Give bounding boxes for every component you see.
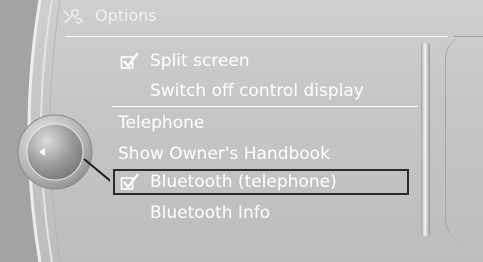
scrollbar[interactable] [421,42,430,237]
right-bezel [445,34,470,244]
menu-item-bluetooth-info[interactable]: Bluetooth Info [150,202,270,224]
idrive-screen: Options Split screen Switch off control … [0,0,483,262]
title-divider [66,36,448,37]
menu-item-switch-off-display[interactable]: Switch off control display [150,80,364,102]
menu-item-telephone[interactable]: Telephone [118,112,204,134]
options-tools-icon [63,9,83,24]
page-title: Options [95,6,157,25]
menu-divider [112,106,418,107]
checkbox-checked-icon[interactable] [120,173,140,191]
checkbox-checked-icon[interactable] [120,52,140,70]
menu-item-bluetooth-telephone[interactable]: Bluetooth (telephone) [150,171,337,193]
menu-item-split-screen[interactable]: Split screen [150,50,250,72]
controller-knob[interactable] [10,112,110,202]
menu-item-owners-handbook[interactable]: Show Owner's Handbook [118,143,330,165]
